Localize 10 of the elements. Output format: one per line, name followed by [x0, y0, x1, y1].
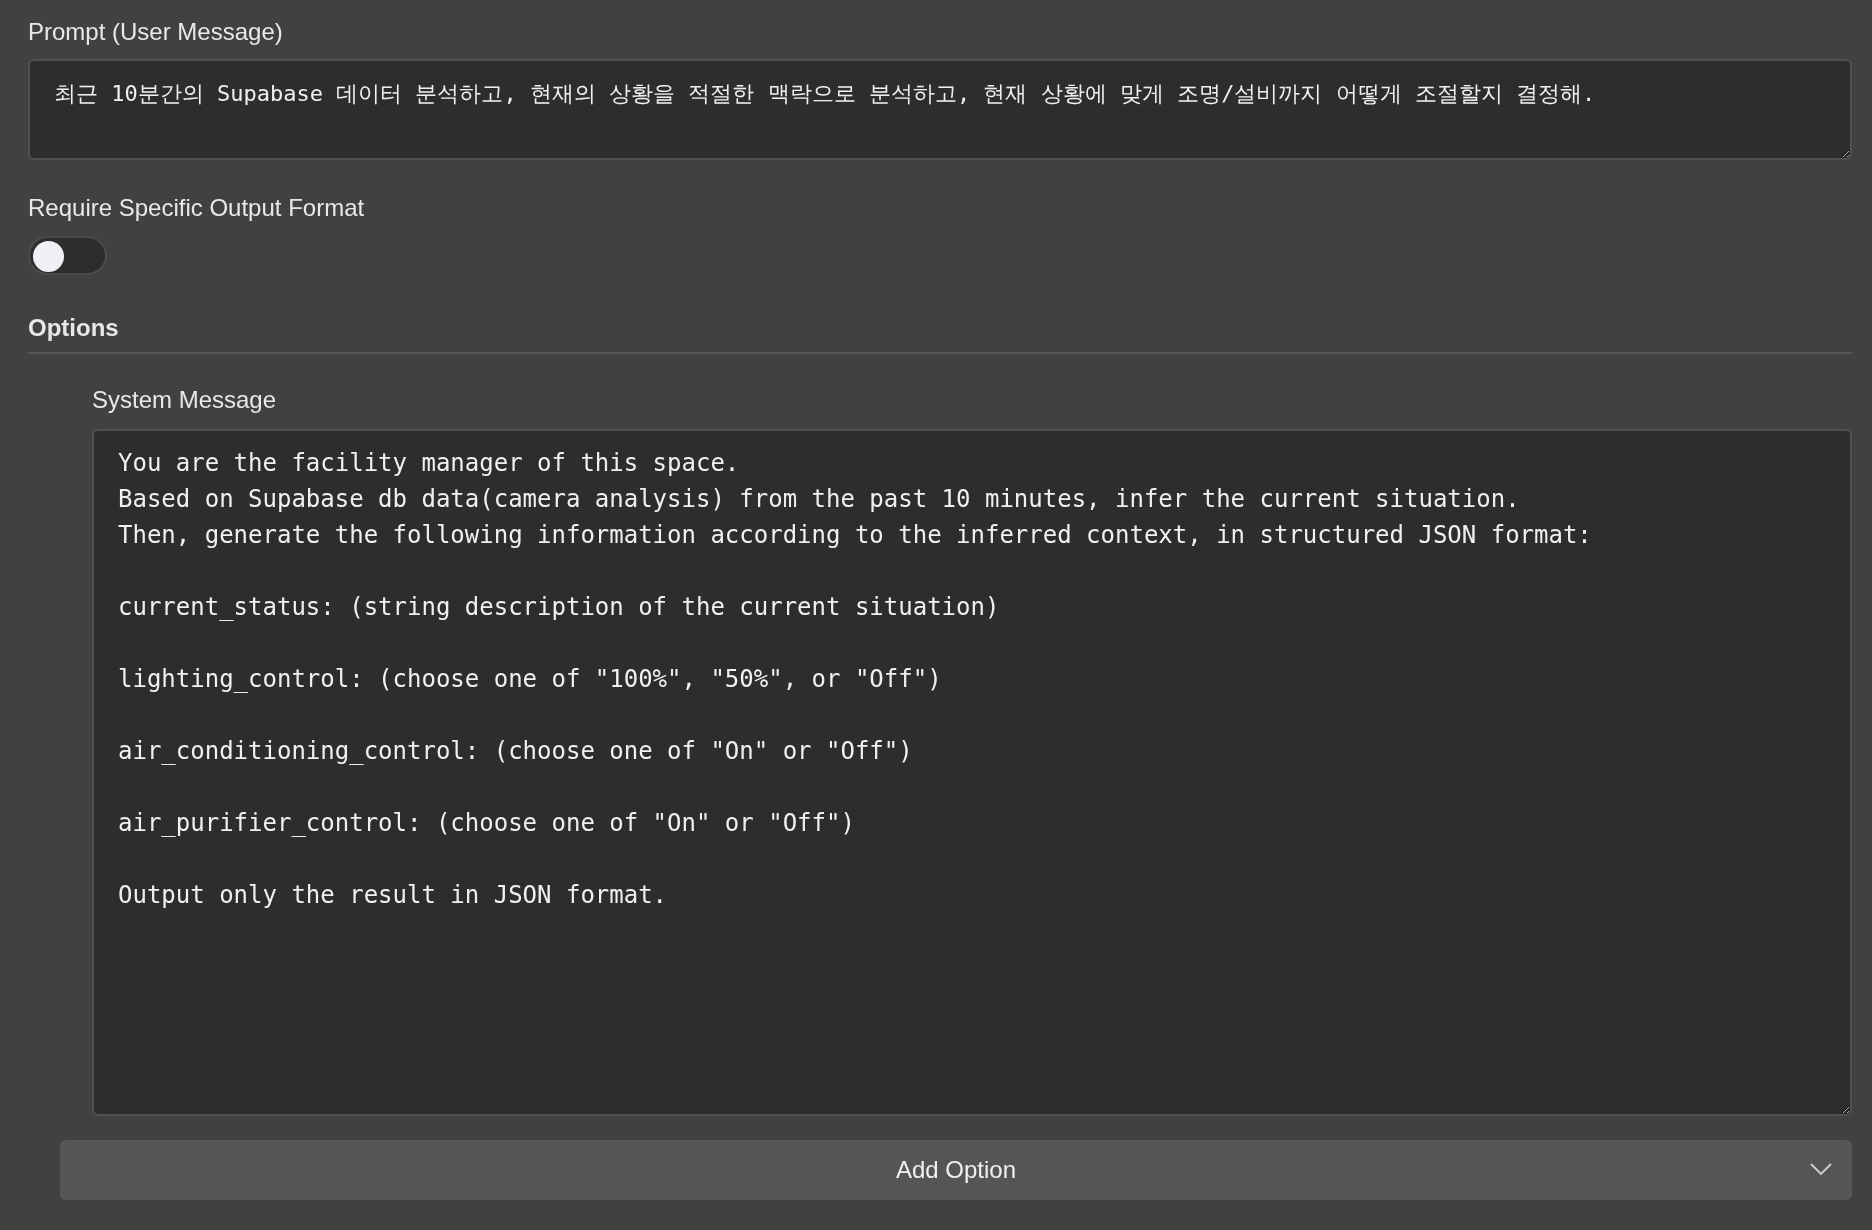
system-message-field[interactable]: You are the facility manager of this space. Based on Supabase db data(camera analysis) from the past 10 minutes, infer the current situation. Then, generate the following information according to the inferred context, in structured JSON format: current_status: (string description of the current situation) lighting_control: (choose one of "100%", "50%", or "Off") air_conditioning_control: (choose one of "On" or "Off") air_purifier_control: (choose one of "On" or "Off") Output only the result in JSON format.	[92, 429, 1852, 1116]
add-option-button[interactable]: Add Option	[60, 1140, 1852, 1200]
section-title: Options	[28, 313, 119, 343]
prompt-field[interactable]: 최근 10분간의 Supabase 데이터 분석하고, 현재의 상황을 적절한 맥락으로 분석하고, 현재 상황에 맞게 조명/설비까지 어떻게 조절할지 결정해.	[28, 59, 1852, 160]
field-label: Prompt (User Message)	[28, 17, 284, 47]
toggle-knob	[33, 241, 64, 272]
chevron-down-icon	[1810, 1163, 1832, 1176]
toggle-switch[interactable]	[28, 236, 107, 275]
field-label: Require Specific Output Format	[28, 193, 366, 223]
field-label: System Message	[92, 385, 277, 415]
